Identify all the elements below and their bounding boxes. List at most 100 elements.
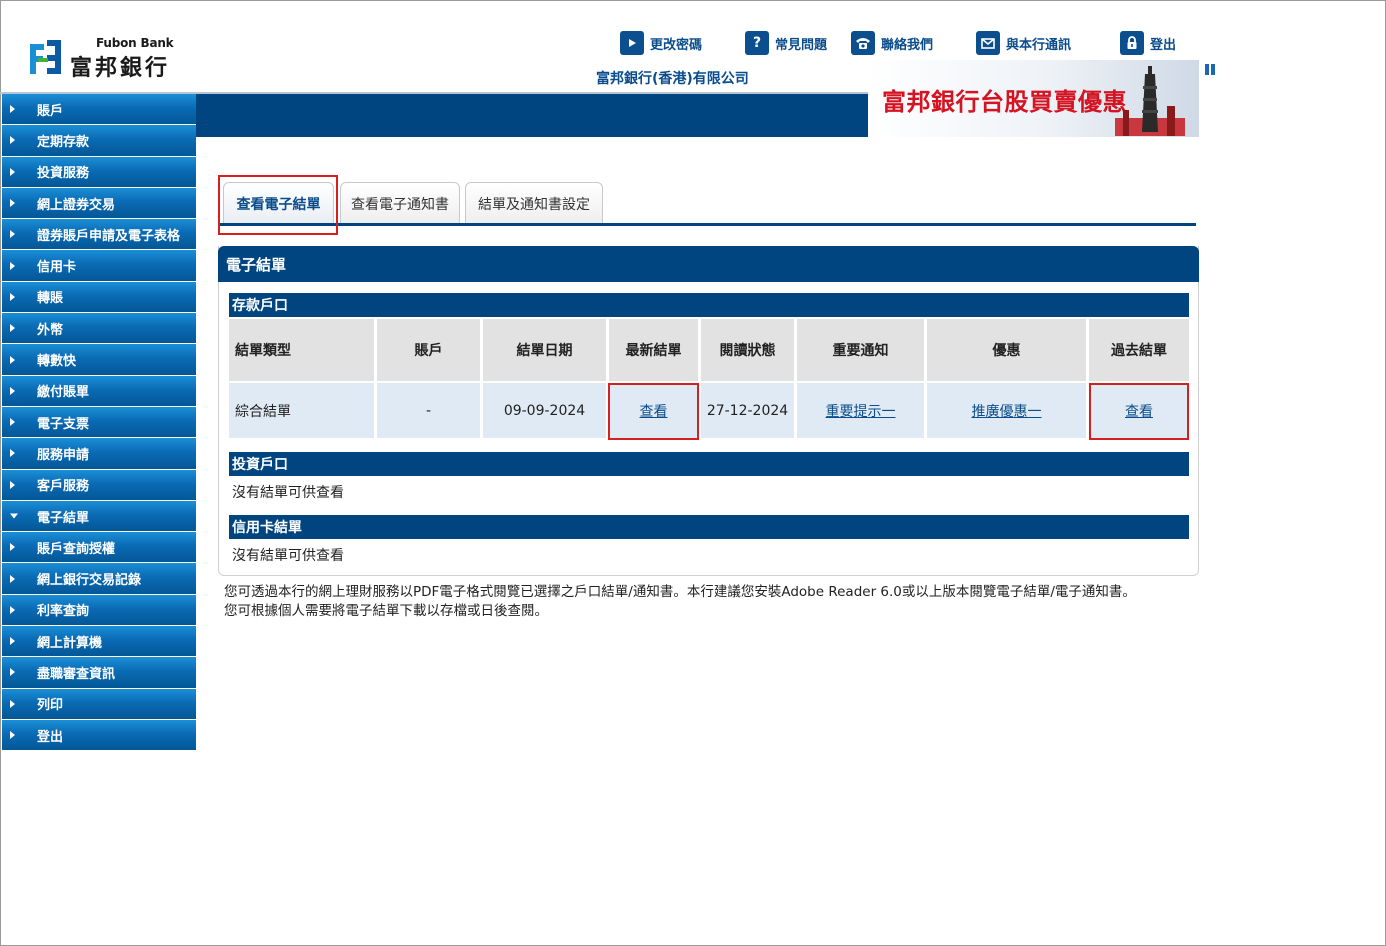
logout-link-top[interactable]: 登出 [1120, 30, 1176, 56]
sidebar-item-label: 網上銀行交易記錄 [37, 573, 142, 589]
sidebar-item-e-cheque[interactable]: 電子支票 [2, 406, 196, 439]
chevron-right-icon [10, 699, 15, 708]
sidebar-item-securities-application[interactable]: 證券賬戶申請及電子表格 [2, 219, 196, 251]
promo-banner-text: 富邦銀行台股買賣優惠 [882, 88, 1127, 116]
sidebar-item-customer-service[interactable]: 客戶服務 [2, 469, 196, 501]
important-notice-link[interactable]: 重要提示一 [826, 404, 896, 420]
sidebar-item-label: 信用卡 [37, 260, 77, 276]
sidebar-item-calculator[interactable]: 網上計算機 [2, 626, 196, 658]
chevron-right-icon [10, 199, 15, 208]
brand-name-en: Fubon Bank [96, 36, 174, 50]
sidebar-item-label: 服務申請 [37, 447, 90, 463]
sidebar-item-transfer[interactable]: 轉賬 [2, 281, 196, 314]
chevron-right-icon [10, 167, 15, 176]
faq-label: 常見問題 [775, 37, 828, 53]
logout-label-top: 登出 [1150, 37, 1177, 53]
header-banner-bar [196, 94, 868, 137]
sidebar-item-time-deposit[interactable]: 定期存款 [2, 125, 196, 157]
deposit-statement-table: 結單類型 賬戶 結單日期 最新結單 閱讀狀態 重要通知 優惠 過去結單 綜合結單… [229, 319, 1189, 438]
sidebar-item-logout[interactable]: 登出 [2, 719, 196, 752]
brand-name-zh: 富邦銀行 [70, 56, 171, 81]
sidebar-item-fps[interactable]: 轉數快 [2, 344, 196, 376]
view-latest-statement-link[interactable]: 查看 [640, 404, 668, 420]
sidebar-item-securities-trading[interactable]: 網上證券交易 [2, 187, 196, 220]
sidebar-item-due-diligence[interactable]: 盡職審查資訊 [2, 657, 196, 689]
sidebar-item-transaction-records[interactable]: 網上銀行交易記錄 [2, 563, 196, 595]
chevron-right-icon [10, 637, 15, 646]
tab-view-e-statement[interactable]: 查看電子結單 [223, 182, 334, 224]
sidebar-item-account-enquiry-auth[interactable]: 賬戶查詢授權 [2, 532, 196, 564]
footnote-line-2: 您可根據個人需要將電子結單下載以存檔或日後查閱。 [224, 603, 548, 619]
cell-statement-date: 09-09-2024 [483, 383, 609, 438]
sidebar-menu: 賬戶 定期存款 投資服務 網上證券交易 證券賬戶申請及電子表格 信用卡 轉賬 外… [2, 94, 196, 752]
chevron-right-icon [10, 261, 15, 270]
tab-view-e-advice[interactable]: 查看電子通知書 [340, 182, 460, 224]
col-offer: 優惠 [927, 319, 1089, 383]
promotion-offer-link[interactable]: 推廣優惠一 [972, 404, 1042, 420]
table-row: 綜合結單 - 09-09-2024 查看 27-12-2024 重要提示一 推廣… [229, 383, 1189, 438]
investment-empty-message: 沒有結單可供查看 [232, 485, 344, 501]
panel-title: 電子結單 [218, 246, 1199, 282]
sidebar-item-investment[interactable]: 投資服務 [2, 156, 196, 188]
chevron-right-icon [10, 136, 15, 145]
chevron-right-icon [10, 668, 15, 677]
chevron-right-icon [10, 480, 15, 489]
sidebar-item-service-request[interactable]: 服務申請 [2, 438, 196, 470]
sidebar-item-bill-payment[interactable]: 繳付賬單 [2, 375, 196, 407]
change-password-label: 更改密碼 [650, 37, 703, 53]
faq-link[interactable]: ? 常見問題 [745, 30, 827, 56]
sidebar-item-accounts[interactable]: 賬戶 [2, 94, 196, 126]
sidebar-item-label: 網上計算機 [37, 635, 103, 651]
sidebar-item-interest-rates[interactable]: 利率查詢 [2, 594, 196, 627]
col-past-statements: 過去結單 [1089, 319, 1189, 383]
sidebar-item-label: 列印 [37, 698, 64, 714]
message-bank-link[interactable]: 與本行通訊 [976, 30, 1071, 56]
banner-pause-button[interactable] [1205, 60, 1217, 75]
view-past-statements-link[interactable]: 查看 [1125, 404, 1153, 420]
promo-banner[interactable]: 富邦銀行台股買賣優惠 [868, 60, 1199, 137]
cell-read-status: 27-12-2024 [701, 383, 797, 438]
cell-statement-type: 綜合結單 [229, 383, 377, 438]
fubon-logo-icon [30, 40, 61, 74]
mail-icon [976, 31, 1000, 55]
col-read-status: 閱讀狀態 [701, 319, 797, 383]
phone-icon [851, 31, 875, 55]
pause-icon-bar [1211, 64, 1215, 75]
tab-statement-settings[interactable]: 結單及通知書設定 [465, 182, 603, 224]
sidebar-item-label: 投資服務 [37, 166, 90, 182]
cell-past-statements: 查看 [1089, 383, 1189, 438]
sidebar-item-label: 登出 [37, 729, 64, 745]
fubon-logo[interactable]: Fubon Bank 富邦銀行 [28, 36, 188, 81]
cell-important-notice: 重要提示一 [797, 383, 927, 438]
sidebar-item-label: 賬戶查詢授權 [37, 541, 116, 557]
sidebar-item-credit-card[interactable]: 信用卡 [2, 250, 196, 282]
chevron-down-icon [10, 513, 18, 519]
chevron-right-icon [10, 355, 15, 364]
chevron-right-icon [10, 543, 15, 552]
sidebar-item-label: 電子支票 [37, 416, 90, 432]
col-latest-statement: 最新結單 [609, 319, 701, 383]
cell-latest-statement: 查看 [609, 383, 701, 438]
sidebar-item-label: 賬戶 [37, 103, 64, 119]
sidebar-item-e-statement[interactable]: 電子結單 [2, 500, 196, 533]
change-password-link[interactable]: 更改密碼 [620, 30, 702, 56]
deposit-section-title: 存款戶口 [229, 293, 1189, 317]
chevron-right-icon [10, 449, 15, 458]
chevron-right-icon [10, 230, 15, 239]
message-bank-label: 與本行通訊 [1006, 37, 1072, 53]
chevron-right-icon [10, 418, 15, 427]
col-statement-type: 結單類型 [229, 319, 377, 383]
credit-card-section-title: 信用卡結單 [229, 515, 1189, 539]
sidebar-item-label: 定期存款 [37, 134, 90, 150]
sidebar-item-label: 網上證券交易 [37, 197, 116, 213]
sidebar-item-print[interactable]: 列印 [2, 688, 196, 720]
sidebar-item-label: 繳付賬單 [37, 385, 90, 401]
sidebar-item-label: 外幣 [37, 322, 64, 338]
chevron-right-icon [10, 386, 15, 395]
credit-card-empty-message: 沒有結單可供查看 [232, 548, 344, 564]
sidebar-item-label: 轉賬 [37, 291, 64, 307]
footnote-line-1: 您可透過本行的網上理財服務以PDF電子格式閱覽已選擇之戶口結單/通知書。本行建議… [224, 584, 1136, 600]
question-icon: ? [745, 31, 769, 55]
contact-us-link[interactable]: 聯絡我們 [851, 30, 933, 56]
sidebar-item-foreign-currency[interactable]: 外幣 [2, 313, 196, 345]
